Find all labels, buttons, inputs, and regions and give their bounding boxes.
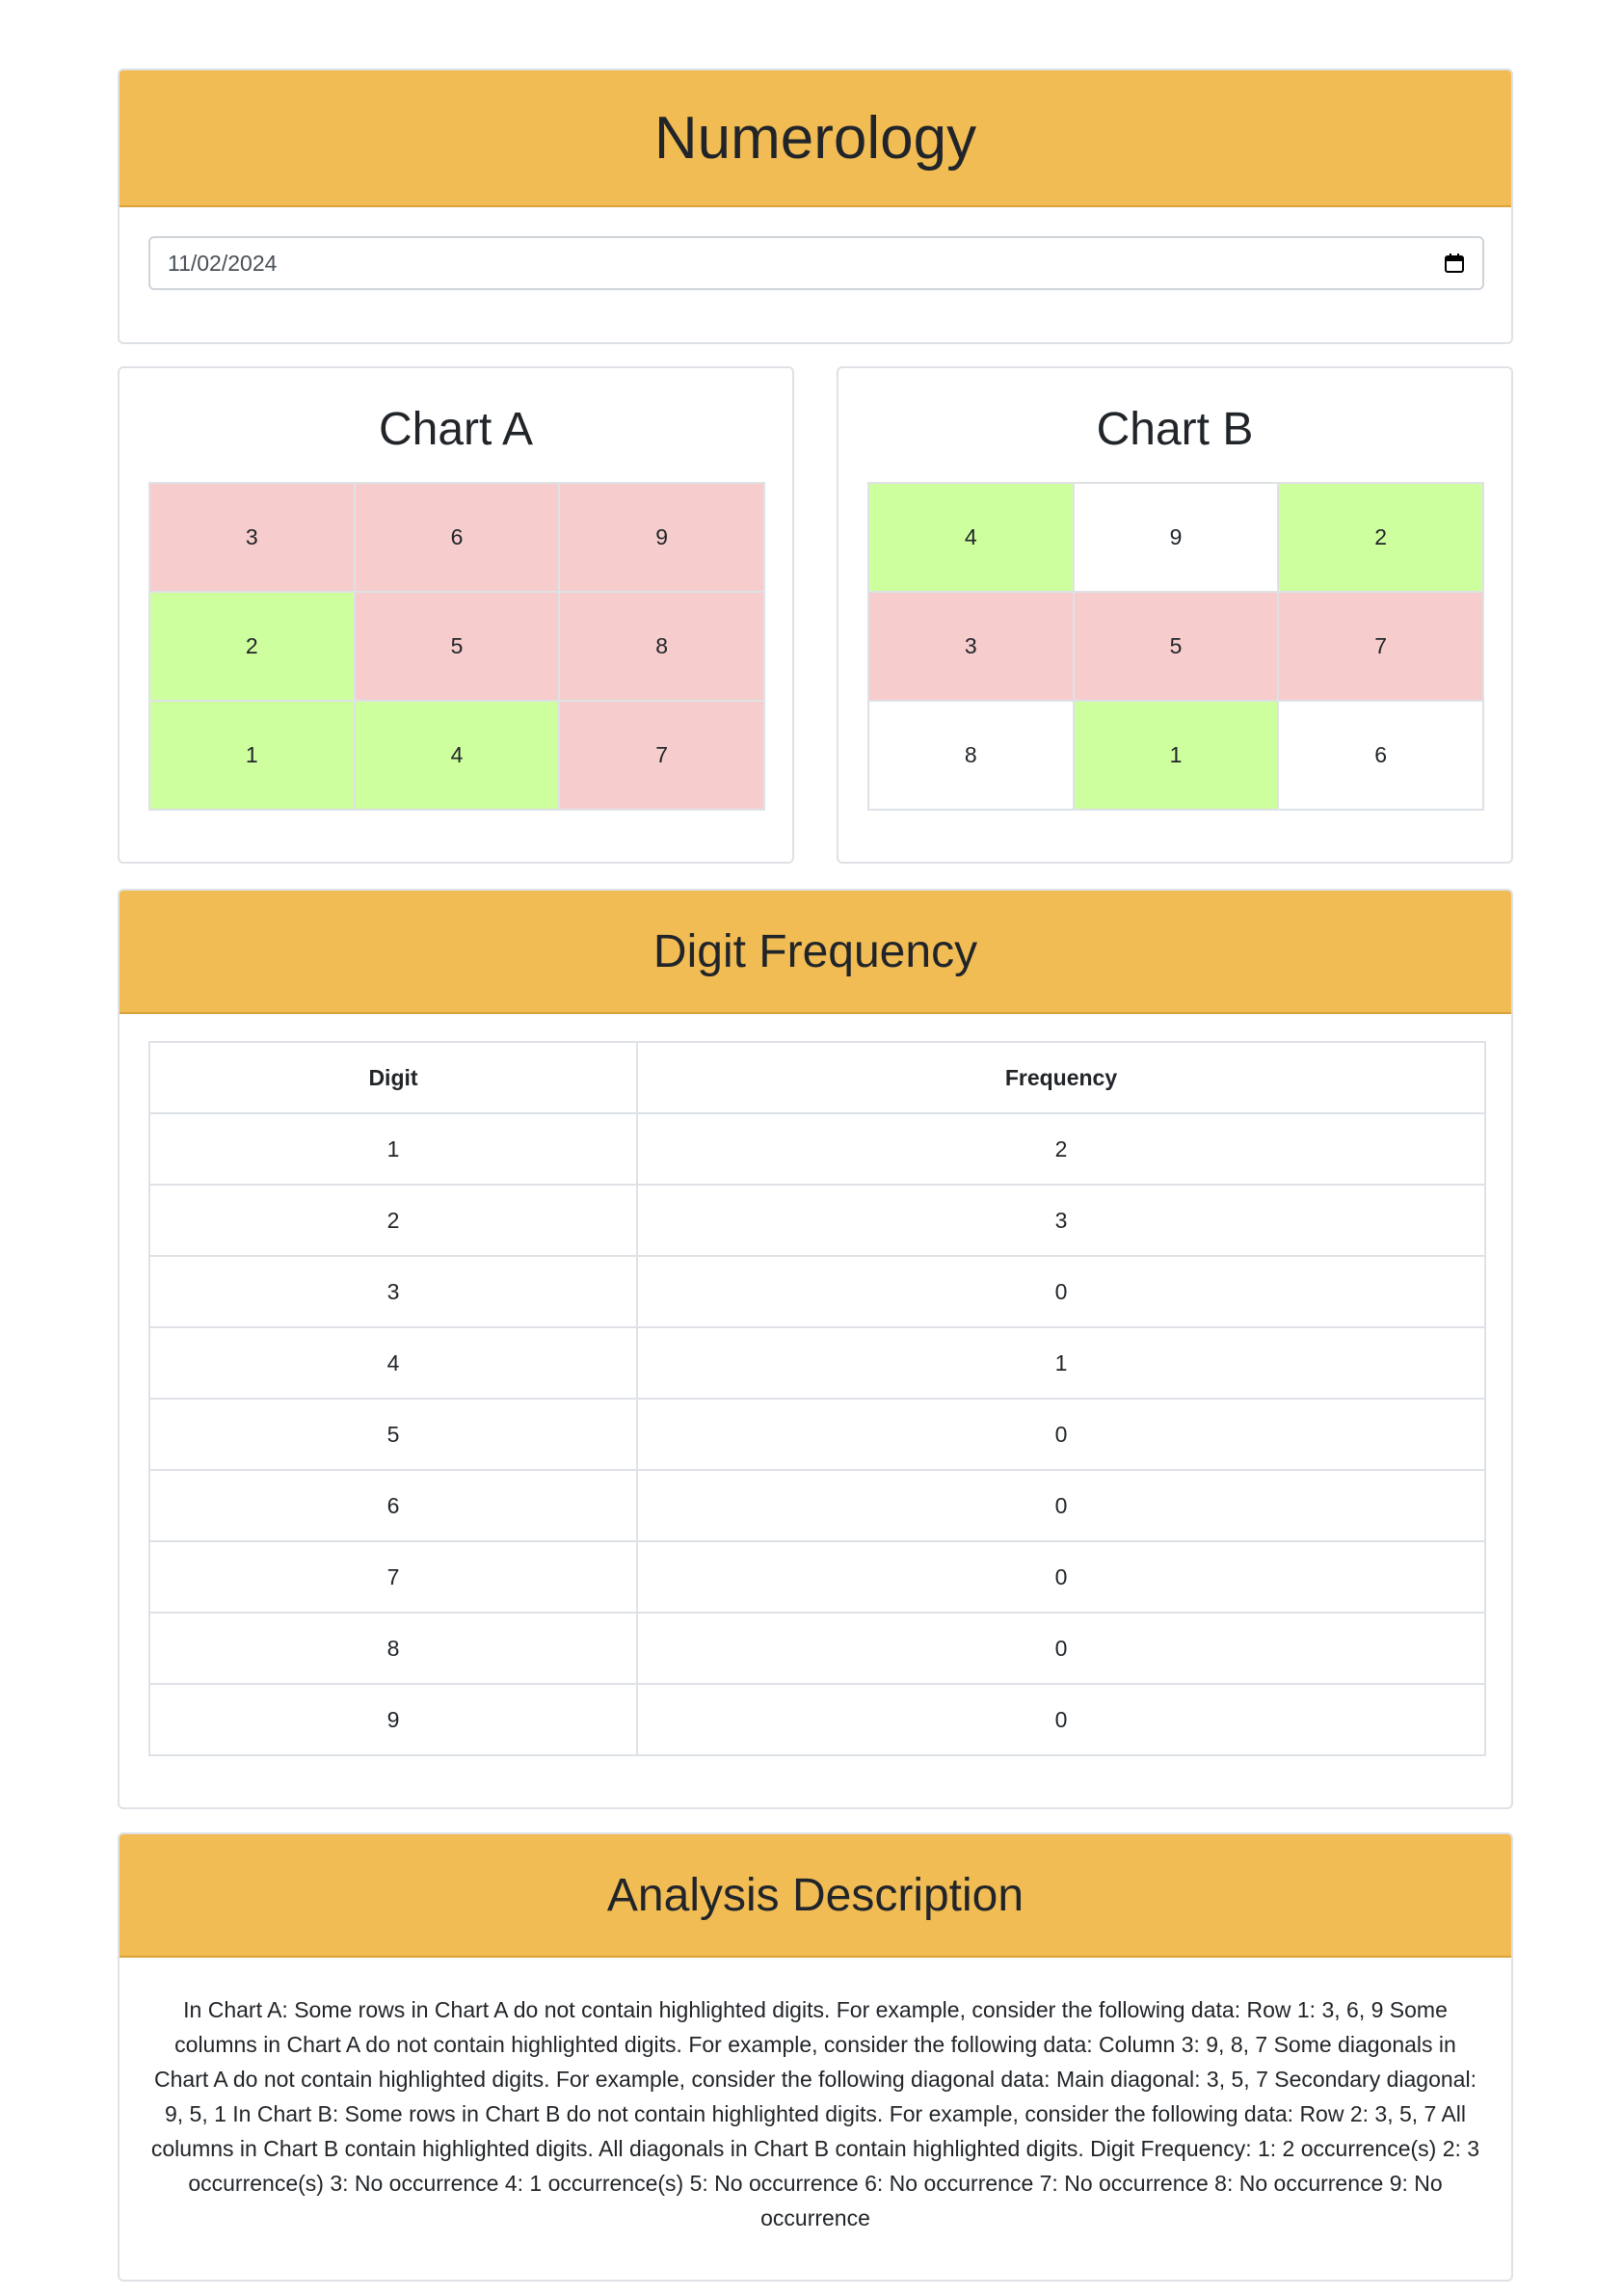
frequency-cell: 0 — [636, 1612, 1486, 1685]
chart-b-card: Chart B 492357816 — [837, 366, 1513, 864]
grid-cell: 2 — [1277, 482, 1484, 593]
table-row: 80 — [148, 1612, 1486, 1685]
digit-cell: 7 — [148, 1540, 638, 1614]
grid-cell: 3 — [148, 482, 356, 593]
grid-cell: 8 — [867, 700, 1075, 811]
frequency-cell: 1 — [636, 1326, 1486, 1400]
table-row: 12 — [148, 1112, 1486, 1186]
digit-frequency-card: Digit Frequency Digit Frequency 12233041… — [118, 889, 1513, 1809]
grid-row: 492 — [867, 482, 1484, 593]
grid-row: 357 — [867, 591, 1484, 702]
grid-row: 258 — [148, 591, 765, 702]
column-header-digit: Digit — [148, 1041, 638, 1114]
grid-cell: 3 — [867, 591, 1075, 702]
grid-row: 369 — [148, 482, 765, 593]
digit-frequency-title: Digit Frequency — [120, 891, 1511, 1014]
grid-cell: 1 — [148, 700, 356, 811]
column-header-frequency: Frequency — [636, 1041, 1486, 1114]
chart-b-grid: 492357816 — [867, 482, 1484, 811]
grid-row: 816 — [867, 700, 1484, 811]
frequency-cell: 0 — [636, 1398, 1486, 1471]
chart-a-card: Chart A 369258147 — [118, 366, 794, 864]
table-header-row: Digit Frequency — [148, 1041, 1486, 1114]
frequency-cell: 0 — [636, 1683, 1486, 1756]
grid-cell: 9 — [1072, 482, 1280, 593]
grid-cell: 2 — [148, 591, 356, 702]
grid-cell: 6 — [1277, 700, 1484, 811]
table-row: 60 — [148, 1469, 1486, 1542]
analysis-title: Analysis Description — [120, 1834, 1511, 1958]
grid-cell: 8 — [558, 591, 765, 702]
frequency-cell: 0 — [636, 1255, 1486, 1328]
digit-cell: 2 — [148, 1184, 638, 1257]
table-row: 50 — [148, 1398, 1486, 1471]
page-title: Numerology — [120, 70, 1511, 207]
date-input[interactable]: 11/02/2024 — [148, 236, 1484, 290]
date-value: 11/02/2024 — [168, 250, 278, 276]
grid-cell: 4 — [867, 482, 1075, 593]
digit-cell: 3 — [148, 1255, 638, 1328]
grid-cell: 1 — [1072, 700, 1280, 811]
digit-cell: 4 — [148, 1326, 638, 1400]
chart-b-title: Chart B — [1096, 404, 1254, 455]
frequency-cell: 3 — [636, 1184, 1486, 1257]
frequency-cell: 2 — [636, 1112, 1486, 1186]
grid-cell: 4 — [353, 700, 561, 811]
grid-cell: 5 — [1072, 591, 1280, 702]
numerology-card: Numerology 11/02/2024 — [118, 68, 1513, 344]
frequency-cell: 0 — [636, 1540, 1486, 1614]
grid-cell: 6 — [353, 482, 561, 593]
analysis-text: In Chart A: Some rows in Chart A do not … — [150, 1997, 1480, 2230]
digit-cell: 1 — [148, 1112, 638, 1186]
digit-cell: 6 — [148, 1469, 638, 1542]
chart-a-grid: 369258147 — [148, 482, 765, 811]
digit-cell: 5 — [148, 1398, 638, 1471]
chart-a-title: Chart A — [378, 404, 534, 455]
table-row: 90 — [148, 1683, 1486, 1756]
table-row: 30 — [148, 1255, 1486, 1328]
digit-cell: 8 — [148, 1612, 638, 1685]
table-row: 23 — [148, 1184, 1486, 1257]
grid-cell: 7 — [1277, 591, 1484, 702]
grid-cell: 7 — [558, 700, 765, 811]
digit-cell: 9 — [148, 1683, 638, 1756]
calendar-icon[interactable] — [1444, 253, 1465, 274]
table-row: 70 — [148, 1540, 1486, 1614]
table-row: 41 — [148, 1326, 1486, 1400]
grid-row: 147 — [148, 700, 765, 811]
frequency-cell: 0 — [636, 1469, 1486, 1542]
grid-cell: 5 — [353, 591, 561, 702]
grid-cell: 9 — [558, 482, 765, 593]
analysis-card: Analysis Description In Chart A: Some ro… — [118, 1832, 1513, 2282]
frequency-table: Digit Frequency 122330415060708090 — [148, 1041, 1486, 1756]
